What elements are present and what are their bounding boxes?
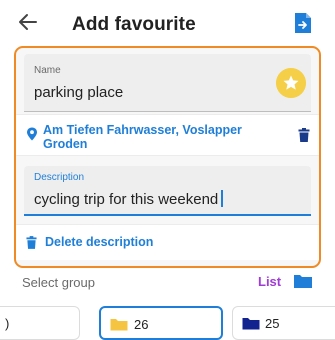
location-pin-icon (27, 127, 37, 141)
folder-icon[interactable] (293, 273, 313, 289)
group-chip-previous[interactable]: ) (0, 306, 80, 340)
group-chip-label: ) (5, 316, 10, 331)
group-chip-26[interactable]: 26 (99, 306, 223, 340)
description-value: cycling trip for this weekend (34, 191, 219, 208)
description-input[interactable]: cycling trip for this weekend (34, 190, 223, 208)
arrow-left-icon[interactable] (16, 10, 40, 34)
import-file-icon[interactable] (292, 11, 314, 35)
group-chip-25[interactable]: 25 (232, 306, 335, 340)
trash-icon[interactable] (298, 128, 310, 142)
page-title: Add favourite (72, 14, 196, 35)
name-value[interactable]: parking place (34, 84, 123, 101)
group-chip-label: 26 (134, 317, 149, 332)
description-field[interactable]: Description cycling trip for this weeken… (24, 166, 311, 216)
name-label: Name (34, 65, 61, 76)
trash-icon (26, 236, 37, 249)
address-text: Am Tiefen Fahrwasser, Voslapper Groden (43, 123, 242, 151)
address-row[interactable]: Am Tiefen Fahrwasser, Voslapper Groden (16, 114, 319, 156)
name-field[interactable]: Name parking place (24, 54, 311, 112)
folder-icon (110, 319, 128, 331)
app-header: Add favourite (0, 0, 335, 44)
select-group-label: Select group (22, 275, 95, 290)
delete-description-button[interactable]: Delete description (16, 224, 319, 260)
text-cursor (221, 190, 223, 207)
favourite-form-card: Name parking place Am Tiefen Fahrwasser,… (14, 46, 321, 268)
delete-description-label: Delete description (45, 235, 154, 249)
description-label: Description (34, 172, 85, 183)
group-chip-label: 25 (265, 316, 280, 331)
star-icon[interactable] (276, 68, 306, 98)
folder-icon (242, 318, 260, 330)
list-link[interactable]: List (258, 274, 281, 289)
